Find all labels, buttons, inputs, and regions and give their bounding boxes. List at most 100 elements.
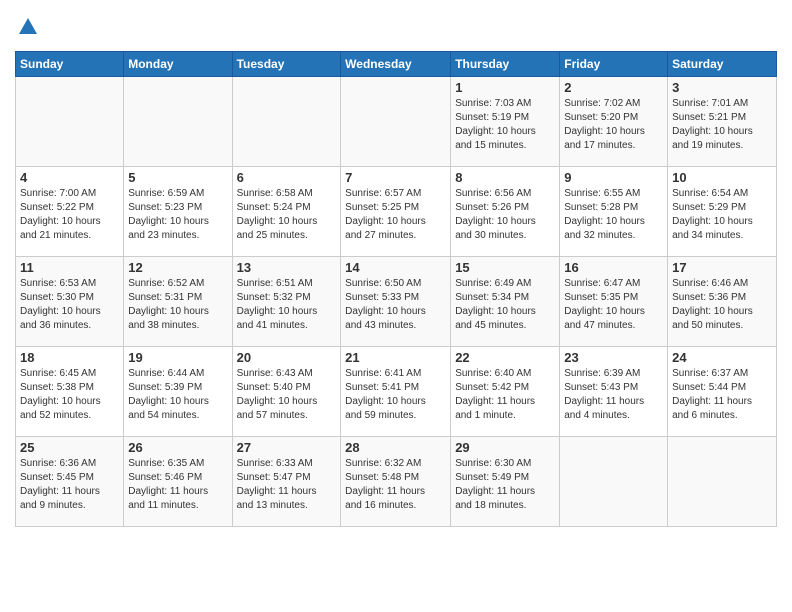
calendar-cell: 2 Sunrise: 7:02 AM Sunset: 5:20 PM Daylig… [560, 77, 668, 167]
calendar-cell: 8 Sunrise: 6:56 AM Sunset: 5:26 PM Daylig… [451, 167, 560, 257]
calendar-cell: 16 Sunrise: 6:47 AM Sunset: 5:35 PM Dayli… [560, 257, 668, 347]
calendar-table: SundayMondayTuesdayWednesdayThursdayFrid… [15, 51, 777, 527]
day-info: Sunrise: 6:53 AM Sunset: 5:30 PM Dayligh… [20, 277, 119, 333]
day-number: 12 [128, 260, 227, 275]
calendar-cell: 26 Sunrise: 6:35 AM Sunset: 5:46 PM Dayli… [124, 437, 232, 527]
day-number: 5 [128, 170, 227, 185]
day-info: Sunrise: 7:03 AM Sunset: 5:19 PM Dayligh… [455, 97, 555, 153]
calendar-cell: 7Sunrise: 6:57 AM Sunset: 5:25 PM Daylig… [341, 167, 451, 257]
week-row-3: 11 Sunrise: 6:53 AM Sunset: 5:30 PM Dayli… [16, 257, 777, 347]
calendar-cell: 20 Sunrise: 6:43 AM Sunset: 5:40 PM Dayli… [232, 347, 341, 437]
calendar-cell: 6Sunrise: 6:58 AM Sunset: 5:24 PM Daylig… [232, 167, 341, 257]
day-number: 10 [672, 170, 772, 185]
calendar-cell [16, 77, 124, 167]
calendar-cell: 14 Sunrise: 6:50 AM Sunset: 5:33 PM Dayli… [341, 257, 451, 347]
calendar-cell: 10Sunrise: 6:54 AM Sunset: 5:29 PM Dayli… [668, 167, 777, 257]
day-number: 22 [455, 350, 555, 365]
day-info: Sunrise: 7:00 AM Sunset: 5:22 PM Dayligh… [20, 187, 119, 243]
calendar-cell: 1 Sunrise: 7:03 AM Sunset: 5:19 PM Daylig… [451, 77, 560, 167]
calendar-cell [560, 437, 668, 527]
day-number: 9 [564, 170, 663, 185]
calendar-cell: 22 Sunrise: 6:40 AM Sunset: 5:42 PM Dayli… [451, 347, 560, 437]
day-info: Sunrise: 6:35 AM Sunset: 5:46 PM Dayligh… [128, 457, 227, 513]
day-info: Sunrise: 6:33 AM Sunset: 5:47 PM Dayligh… [237, 457, 337, 513]
day-info: Sunrise: 6:37 AM Sunset: 5:44 PM Dayligh… [672, 367, 772, 423]
day-number: 26 [128, 440, 227, 455]
day-info: Sunrise: 6:36 AM Sunset: 5:45 PM Dayligh… [20, 457, 119, 513]
column-header-tuesday: Tuesday [232, 52, 341, 77]
calendar-cell: 25Sunrise: 6:36 AM Sunset: 5:45 PM Dayli… [16, 437, 124, 527]
column-header-monday: Monday [124, 52, 232, 77]
day-number: 24 [672, 350, 772, 365]
calendar-cell: 11 Sunrise: 6:53 AM Sunset: 5:30 PM Dayli… [16, 257, 124, 347]
calendar-cell: 5 Sunrise: 6:59 AM Sunset: 5:23 PM Daylig… [124, 167, 232, 257]
day-number: 14 [345, 260, 446, 275]
day-info: Sunrise: 6:55 AM Sunset: 5:28 PM Dayligh… [564, 187, 663, 243]
calendar-cell [668, 437, 777, 527]
logo [15, 16, 39, 43]
day-number: 3 [672, 80, 772, 95]
column-header-friday: Friday [560, 52, 668, 77]
day-number: 21 [345, 350, 446, 365]
calendar-cell: 27 Sunrise: 6:33 AM Sunset: 5:47 PM Dayli… [232, 437, 341, 527]
week-row-1: 1 Sunrise: 7:03 AM Sunset: 5:19 PM Daylig… [16, 77, 777, 167]
day-info: Sunrise: 6:58 AM Sunset: 5:24 PM Dayligh… [237, 187, 337, 243]
day-number: 28 [345, 440, 446, 455]
calendar-cell: 17 Sunrise: 6:46 AM Sunset: 5:36 PM Dayli… [668, 257, 777, 347]
day-number: 1 [455, 80, 555, 95]
day-number: 2 [564, 80, 663, 95]
calendar-cell: 15 Sunrise: 6:49 AM Sunset: 5:34 PM Dayli… [451, 257, 560, 347]
day-info: Sunrise: 6:43 AM Sunset: 5:40 PM Dayligh… [237, 367, 337, 423]
day-number: 16 [564, 260, 663, 275]
calendar-cell: 18 Sunrise: 6:45 AM Sunset: 5:38 PM Dayli… [16, 347, 124, 437]
column-header-wednesday: Wednesday [341, 52, 451, 77]
week-row-2: 4 Sunrise: 7:00 AM Sunset: 5:22 PM Daylig… [16, 167, 777, 257]
day-info: Sunrise: 6:32 AM Sunset: 5:48 PM Dayligh… [345, 457, 446, 513]
day-info: Sunrise: 6:47 AM Sunset: 5:35 PM Dayligh… [564, 277, 663, 333]
day-info: Sunrise: 6:49 AM Sunset: 5:34 PM Dayligh… [455, 277, 555, 333]
logo-icon [17, 16, 39, 38]
calendar-cell [232, 77, 341, 167]
day-number: 17 [672, 260, 772, 275]
day-number: 19 [128, 350, 227, 365]
calendar-cell: 23Sunrise: 6:39 AM Sunset: 5:43 PM Dayli… [560, 347, 668, 437]
calendar-cell: 28 Sunrise: 6:32 AM Sunset: 5:48 PM Dayli… [341, 437, 451, 527]
day-number: 15 [455, 260, 555, 275]
day-info: Sunrise: 6:50 AM Sunset: 5:33 PM Dayligh… [345, 277, 446, 333]
calendar-cell: 29 Sunrise: 6:30 AM Sunset: 5:49 PM Dayli… [451, 437, 560, 527]
column-header-sunday: Sunday [16, 52, 124, 77]
calendar-cell: 4 Sunrise: 7:00 AM Sunset: 5:22 PM Daylig… [16, 167, 124, 257]
calendar-cell: 9 Sunrise: 6:55 AM Sunset: 5:28 PM Daylig… [560, 167, 668, 257]
calendar-cell: 19 Sunrise: 6:44 AM Sunset: 5:39 PM Dayli… [124, 347, 232, 437]
day-info: Sunrise: 6:56 AM Sunset: 5:26 PM Dayligh… [455, 187, 555, 243]
day-number: 8 [455, 170, 555, 185]
day-info: Sunrise: 6:57 AM Sunset: 5:25 PM Dayligh… [345, 187, 446, 243]
day-info: Sunrise: 6:46 AM Sunset: 5:36 PM Dayligh… [672, 277, 772, 333]
day-info: Sunrise: 6:41 AM Sunset: 5:41 PM Dayligh… [345, 367, 446, 423]
day-info: Sunrise: 7:02 AM Sunset: 5:20 PM Dayligh… [564, 97, 663, 153]
day-number: 4 [20, 170, 119, 185]
week-row-5: 25Sunrise: 6:36 AM Sunset: 5:45 PM Dayli… [16, 437, 777, 527]
calendar-cell: 3 Sunrise: 7:01 AM Sunset: 5:21 PM Daylig… [668, 77, 777, 167]
day-info: Sunrise: 6:51 AM Sunset: 5:32 PM Dayligh… [237, 277, 337, 333]
calendar-cell: 13Sunrise: 6:51 AM Sunset: 5:32 PM Dayli… [232, 257, 341, 347]
day-info: Sunrise: 6:44 AM Sunset: 5:39 PM Dayligh… [128, 367, 227, 423]
column-header-saturday: Saturday [668, 52, 777, 77]
calendar-cell: 21 Sunrise: 6:41 AM Sunset: 5:41 PM Dayli… [341, 347, 451, 437]
day-number: 29 [455, 440, 555, 455]
day-info: Sunrise: 6:52 AM Sunset: 5:31 PM Dayligh… [128, 277, 227, 333]
day-info: Sunrise: 7:01 AM Sunset: 5:21 PM Dayligh… [672, 97, 772, 153]
day-info: Sunrise: 6:59 AM Sunset: 5:23 PM Dayligh… [128, 187, 227, 243]
day-number: 18 [20, 350, 119, 365]
day-info: Sunrise: 6:40 AM Sunset: 5:42 PM Dayligh… [455, 367, 555, 423]
calendar-cell [124, 77, 232, 167]
day-number: 11 [20, 260, 119, 275]
day-number: 27 [237, 440, 337, 455]
calendar-cell: 12 Sunrise: 6:52 AM Sunset: 5:31 PM Dayli… [124, 257, 232, 347]
header [15, 10, 777, 43]
days-header-row: SundayMondayTuesdayWednesdayThursdayFrid… [16, 52, 777, 77]
day-number: 20 [237, 350, 337, 365]
day-number: 23 [564, 350, 663, 365]
day-info: Sunrise: 6:30 AM Sunset: 5:49 PM Dayligh… [455, 457, 555, 513]
day-info: Sunrise: 6:45 AM Sunset: 5:38 PM Dayligh… [20, 367, 119, 423]
